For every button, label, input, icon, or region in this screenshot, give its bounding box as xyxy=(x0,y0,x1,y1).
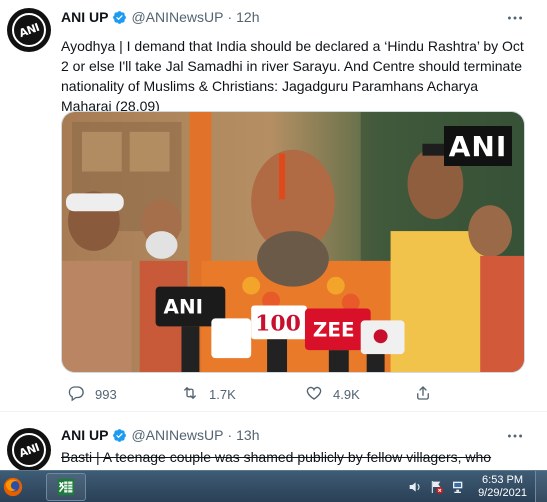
volume-icon[interactable] xyxy=(406,478,424,496)
tweet-timestamp[interactable]: 13h xyxy=(236,427,259,443)
more-icon[interactable] xyxy=(505,10,525,26)
like-icon xyxy=(305,384,323,405)
avatar[interactable]: ANI xyxy=(7,428,51,470)
retweet-button[interactable]: 1.7K xyxy=(181,384,236,405)
ani-logo-icon: ANI xyxy=(12,13,46,47)
tweet-header: ANI UP @ANINewsUP · 12h xyxy=(61,9,260,25)
ani-logo-icon: ANI xyxy=(12,433,46,467)
avatar[interactable]: ANI xyxy=(7,8,51,52)
author-handle[interactable]: @ANINewsUP xyxy=(131,9,223,25)
mic-label-zee: ZEE xyxy=(313,318,355,341)
tweet-media-image[interactable]: ANI 100 ZEE ANI xyxy=(61,111,525,373)
network-icon[interactable] xyxy=(450,478,468,496)
clock-date: 9/29/2021 xyxy=(478,487,527,499)
more-icon[interactable] xyxy=(505,428,525,444)
like-button[interactable]: 4.9K xyxy=(305,384,360,405)
reply-icon xyxy=(67,384,85,405)
show-desktop-button[interactable] xyxy=(535,471,547,502)
separator-dot: · xyxy=(227,427,233,443)
tweet-text: Basti | A teenage couple was shamed publ… xyxy=(61,449,492,465)
taskbar-clock[interactable]: 6:53 PM 9/29/2021 xyxy=(478,474,527,500)
retweet-icon xyxy=(181,384,199,405)
author-name[interactable]: ANI UP xyxy=(61,9,108,25)
taskbar: 6:53 PM 9/29/2021 xyxy=(0,470,547,502)
tweet-header: ANI UP @ANINewsUP · 13h xyxy=(61,427,260,443)
like-count: 4.9K xyxy=(333,386,360,402)
share-icon xyxy=(414,384,432,405)
verified-badge-icon xyxy=(112,10,127,25)
separator-dot: · xyxy=(227,9,233,25)
clock-time: 6:53 PM xyxy=(482,474,524,486)
author-name[interactable]: ANI UP xyxy=(61,427,108,443)
ani-watermark: ANI xyxy=(444,126,512,166)
firefox-icon[interactable] xyxy=(0,473,26,501)
excel-icon[interactable] xyxy=(46,473,86,501)
mic-label-ani: ANI xyxy=(164,295,203,318)
author-handle[interactable]: @ANINewsUP xyxy=(131,427,223,443)
tweet-text: Ayodhya | I demand that India should be … xyxy=(61,38,524,114)
reply-count: 993 xyxy=(95,386,117,402)
verified-badge-icon xyxy=(112,428,127,443)
share-button[interactable] xyxy=(414,384,432,405)
tweet-timestamp[interactable]: 12h xyxy=(236,9,259,25)
tweet-actions: 993 1.7K 4.9K xyxy=(61,383,491,405)
reply-button[interactable]: 993 xyxy=(67,384,117,405)
flag-icon[interactable] xyxy=(428,478,446,496)
tweet[interactable]: ANI ANI UP @ANINewsUP · 12h Ayodhya | I … xyxy=(0,0,547,412)
tweet[interactable]: ANI ANI UP @ANINewsUP · 13h Basti | A te… xyxy=(0,422,547,470)
system-tray: 6:53 PM 9/29/2021 xyxy=(402,471,547,502)
mic-label-100: 100 xyxy=(255,310,301,336)
retweet-count: 1.7K xyxy=(209,386,236,402)
